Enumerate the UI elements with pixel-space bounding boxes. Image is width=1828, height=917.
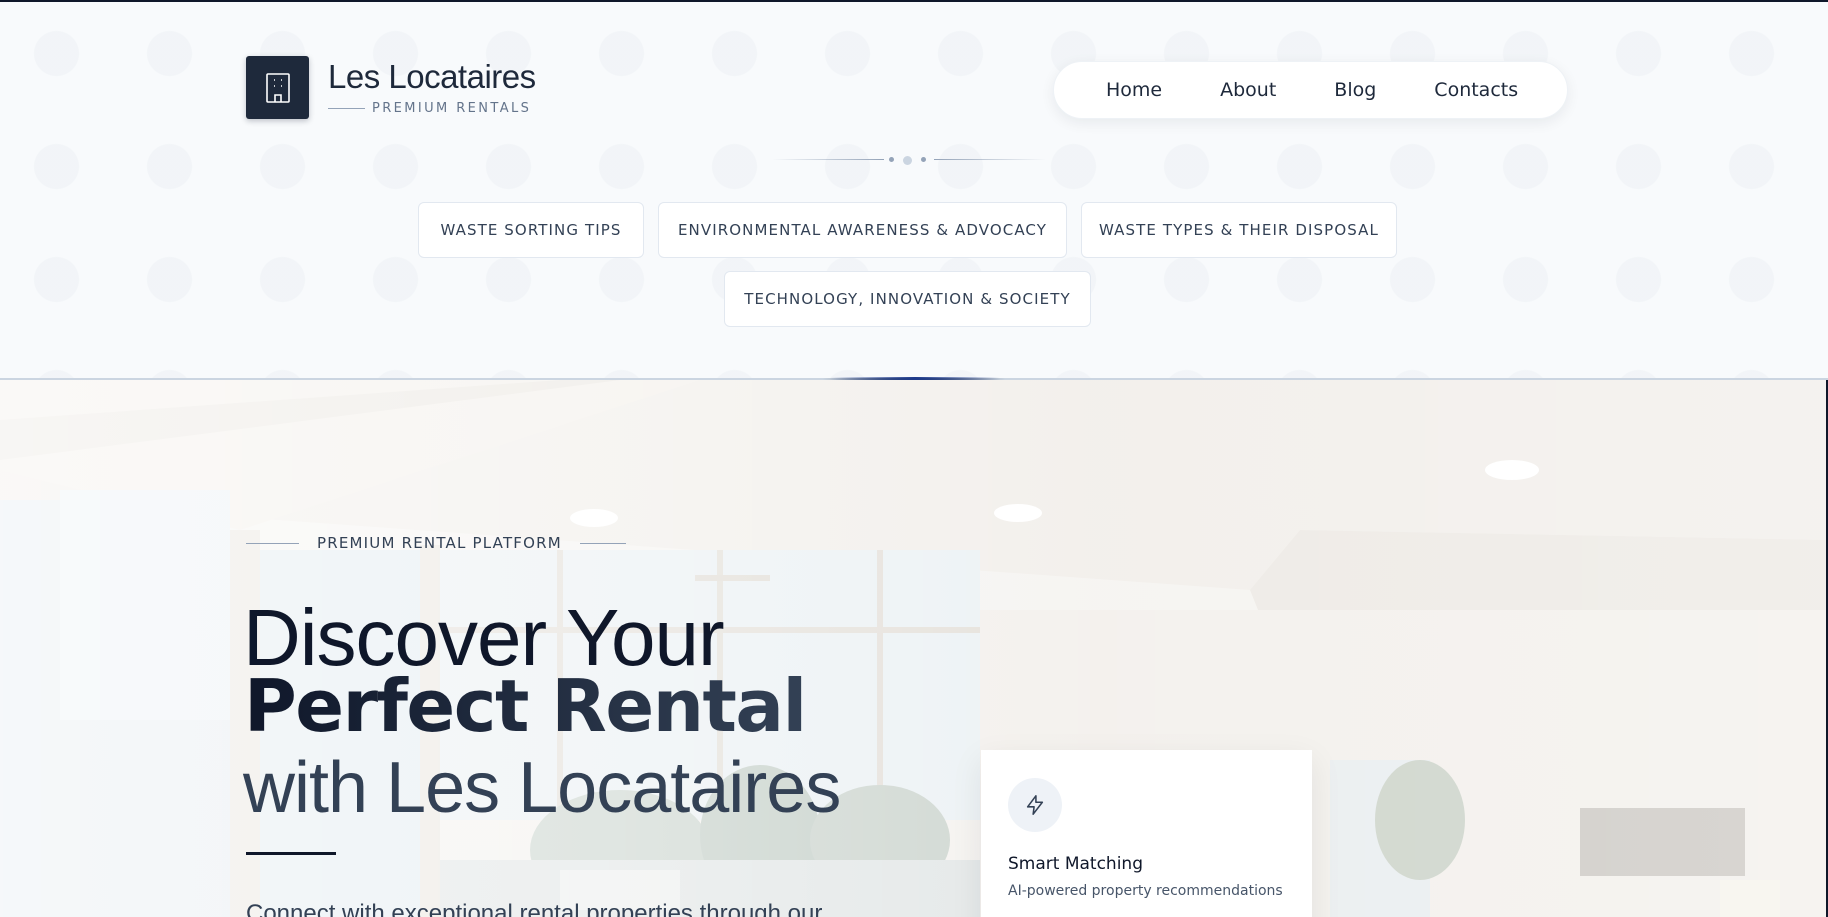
nav-contacts[interactable]: Contacts — [1434, 79, 1518, 101]
ornament-divider — [772, 152, 1046, 168]
hero-section: PREMIUM RENTAL PLATFORM Discover Your Pe… — [0, 380, 1828, 917]
hero-title-underline — [246, 852, 336, 855]
eyebrow-text: PREMIUM RENTAL PLATFORM — [317, 534, 562, 552]
main-nav: Home About Blog Contacts — [1053, 61, 1568, 119]
divider-dot — [889, 157, 894, 162]
hero-title-line-3: with Les Locataires — [243, 748, 841, 828]
feature-card-description: AI-powered property recommendations — [1008, 883, 1283, 899]
divider-line-left — [772, 159, 884, 160]
category-environmental-awareness[interactable]: ENVIRONMENTAL AWARENESS & ADVOCACY — [658, 202, 1067, 258]
feature-card-smart-matching: Smart Matching AI-powered property recom… — [981, 750, 1312, 917]
tagline-divider — [328, 108, 365, 110]
divider-dot-center — [903, 156, 912, 165]
nav-home[interactable]: Home — [1106, 79, 1162, 101]
hero-eyebrow: PREMIUM RENTAL PLATFORM — [246, 534, 626, 552]
lightning-icon — [1008, 778, 1062, 832]
category-waste-sorting-tips[interactable]: WASTE SORTING TIPS — [418, 202, 644, 258]
building-icon — [246, 56, 309, 119]
hero-lead-text: Connect with exceptional rental properti… — [246, 900, 823, 917]
divider-dot — [921, 157, 926, 162]
brand-tagline-row: PREMIUM RENTALS — [328, 101, 536, 116]
eyebrow-line-left — [246, 542, 299, 544]
brand-logo-link[interactable]: Les Locataires PREMIUM RENTALS — [246, 56, 536, 119]
nav-about[interactable]: About — [1220, 79, 1276, 101]
hero-title-line-2: Perfect Rental — [244, 664, 807, 748]
brand-text: Les Locataires PREMIUM RENTALS — [328, 57, 536, 116]
category-technology-innovation[interactable]: TECHNOLOGY, INNOVATION & SOCIETY — [724, 271, 1091, 327]
divider-line-right — [934, 159, 1046, 160]
nav-blog[interactable]: Blog — [1334, 79, 1376, 101]
brand-name: Les Locataires — [328, 57, 536, 95]
brand-tagline: PREMIUM RENTALS — [372, 101, 532, 117]
eyebrow-line-right — [579, 542, 626, 544]
category-waste-types[interactable]: WASTE TYPES & THEIR DISPOSAL — [1081, 202, 1397, 258]
site-header: Les Locataires PREMIUM RENTALS Home Abou… — [0, 2, 1828, 380]
feature-card-title: Smart Matching — [1008, 854, 1143, 874]
